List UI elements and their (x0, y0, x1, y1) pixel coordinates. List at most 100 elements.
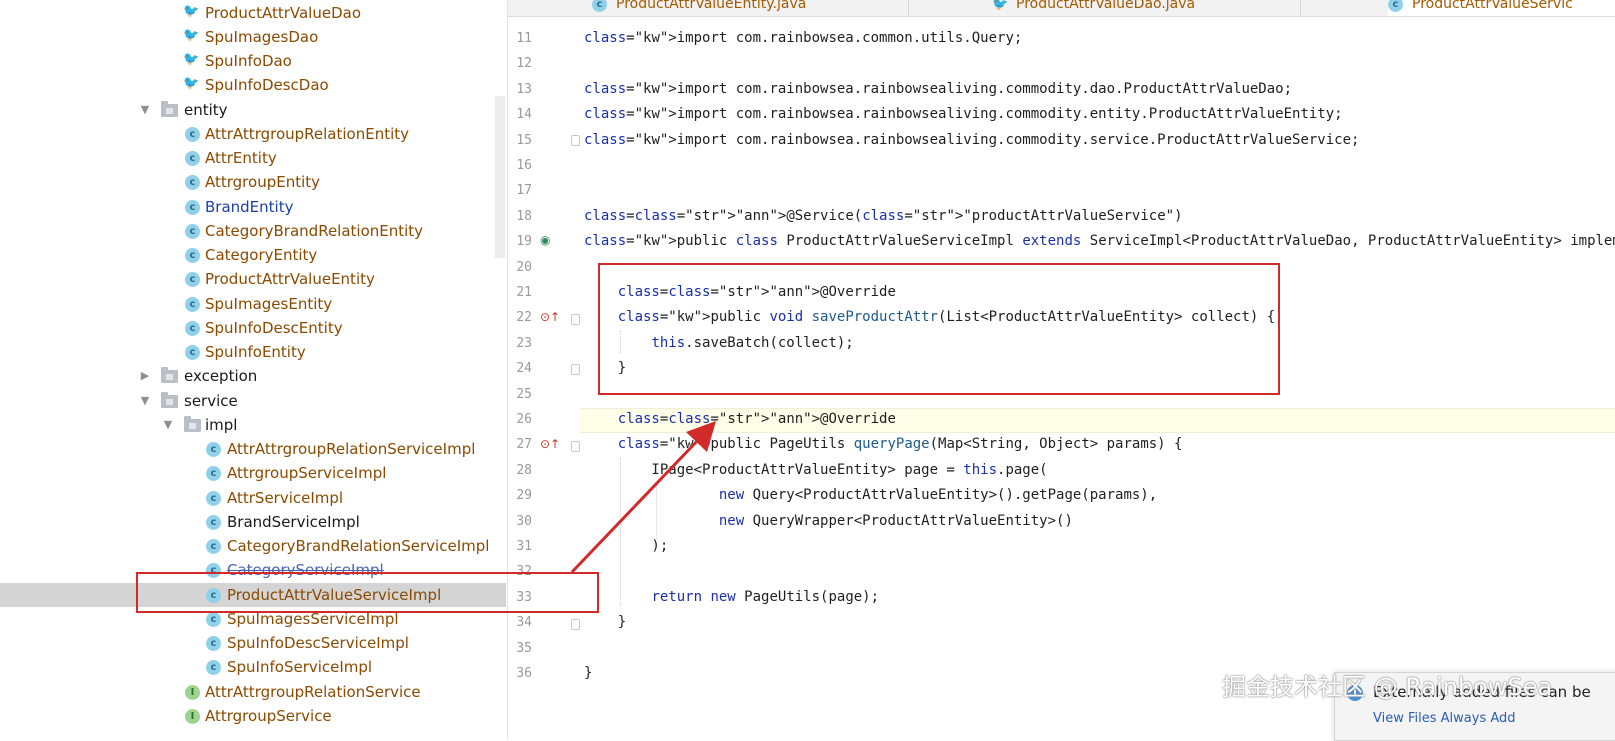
tree-item-categoryserviceimpl[interactable]: c CategoryServiceImpl (0, 558, 506, 582)
class-icon: c (185, 200, 200, 215)
tab-label: ProductAttrValueServic (1412, 0, 1573, 12)
tree-item-label: SpuInfoEntity (205, 343, 306, 361)
tree-item-brandserviceimpl[interactable]: c BrandServiceImpl (0, 510, 506, 534)
tree-item-spuimagesdao[interactable]: 🐦 SpuImagesDao (0, 25, 506, 49)
folder-icon (161, 392, 178, 408)
tree-item-spuinfoentity[interactable]: c SpuInfoEntity (0, 340, 506, 364)
chevron-down-icon[interactable]: ▼ (161, 413, 175, 437)
code-line[interactable]: ); (584, 534, 668, 559)
notification-actions[interactable]: View Files Always Add (1373, 711, 1516, 726)
line-number: 25 (516, 386, 532, 402)
fold-marker[interactable] (571, 441, 580, 452)
tab-productattrvalueserviceimpl[interactable]: c ProductAttrValueServic (1388, 0, 1615, 16)
dao-icon: 🐦 (992, 0, 1009, 12)
code-line[interactable]: } (584, 610, 626, 635)
tree-item-spuinfodescentity[interactable]: c SpuInfoDescEntity (0, 316, 506, 340)
tree-scrollbar[interactable] (495, 96, 505, 258)
fold-marker[interactable] (571, 314, 580, 325)
tree-item-label: ProductAttrValueServiceImpl (227, 586, 442, 604)
tree-item-label: AttrServiceImpl (227, 489, 344, 507)
tree-item-attrserviceimpl[interactable]: c AttrServiceImpl (0, 486, 506, 510)
tree-item-spuimagesentity[interactable]: c SpuImagesEntity (0, 292, 506, 316)
line-number: 36 (516, 666, 532, 681)
tree-item-attrgroupserviceimpl[interactable]: c AttrgroupServiceImpl (0, 461, 506, 485)
code-line[interactable]: new Query<ProductAttrValueEntity>().getP… (584, 483, 1157, 508)
tree-item-categoryentity[interactable]: c CategoryEntity (0, 243, 506, 267)
dao-icon: 🐦 (183, 4, 200, 19)
code-line[interactable]: class=class="str">"ann">@Service(class="… (584, 204, 1183, 229)
dao-icon: 🐦 (183, 76, 200, 91)
code-line[interactable]: class="kw">import com.rainbowsea.common.… (584, 26, 1022, 51)
tree-item-attrgroupservice[interactable]: I AttrgroupService (0, 704, 506, 728)
tree-item-spuinfodao[interactable]: 🐦 SpuInfoDao (0, 49, 506, 73)
chevron-right-icon[interactable]: ▶ (138, 364, 152, 388)
implements-method-icon[interactable]: ⊙↑ (540, 310, 560, 324)
folder-icon (161, 367, 178, 383)
code-line[interactable]: class="kw">import com.rainbowsea.rainbow… (584, 77, 1292, 102)
tree-item-productattrvalueserviceimpl[interactable]: c ProductAttrValueServiceImpl (0, 583, 506, 607)
tree-item-attrattrgrouprelationserviceimpl[interactable]: c AttrAttrgroupRelationServiceImpl (0, 437, 506, 461)
dao-icon: 🐦 (183, 28, 200, 43)
tree-folder-entity[interactable]: ▼ entity (0, 98, 506, 122)
tree-item-brandentity[interactable]: c BrandEntity (0, 195, 506, 219)
tree-item-spuinfodescdao[interactable]: 🐦 SpuInfoDescDao (0, 73, 506, 97)
tree-item-spuinfodescserviceimpl[interactable]: c SpuInfoDescServiceImpl (0, 631, 506, 655)
tree-folder-impl[interactable]: ▼ impl (0, 413, 506, 437)
tree-item-attrattrgrouprelationservice[interactable]: I AttrAttrgroupRelationService (0, 680, 506, 704)
tree-item-label: AttrAttrgroupRelationServiceImpl (227, 440, 476, 458)
tree-item-categorybrandrelationserviceimpl[interactable]: c CategoryBrandRelationServiceImpl (0, 534, 506, 558)
line-number: 17 (516, 183, 532, 199)
tab-productattrvalueentity[interactable]: c ProductAttrValueEntity.java (592, 0, 909, 16)
code-line[interactable]: } (584, 356, 626, 381)
code-editor[interactable]: c ProductAttrValueEntity.java 🐦 ProductA… (507, 0, 1615, 739)
tree-item-attrattrgrouprelationentity[interactable]: c AttrAttrgroupRelationEntity (0, 122, 506, 146)
code-line[interactable]: IPage<ProductAttrValueEntity> page = thi… (584, 458, 1047, 483)
class-icon: c (206, 612, 221, 627)
tree-item-label: SpuImagesServiceImpl (227, 610, 399, 628)
tree-item-attrentity[interactable]: c AttrEntity (0, 146, 506, 170)
tree-item-categorybrandrelationentity[interactable]: c CategoryBrandRelationEntity (0, 219, 506, 243)
class-icon: c (206, 539, 221, 554)
tree-item-spuimagesserviceimpl[interactable]: c SpuImagesServiceImpl (0, 607, 506, 631)
project-tree[interactable]: 🐦 ProductAttrValueDao 🐦 SpuImagesDao 🐦 S… (0, 0, 506, 739)
tree-item-label: CategoryEntity (205, 246, 318, 264)
tree-item-label: entity (184, 101, 228, 119)
tree-item-productattrvaluedao[interactable]: 🐦 ProductAttrValueDao (0, 1, 506, 25)
tree-item-label: SpuInfoDescDao (205, 76, 329, 94)
chevron-down-icon[interactable]: ▼ (138, 389, 152, 413)
tree-item-attrgroupentity[interactable]: c AttrgroupEntity (0, 170, 506, 194)
tree-item-label: CategoryServiceImpl (227, 561, 384, 579)
code-line[interactable]: } (584, 661, 592, 686)
tree-item-productattrvalueentity[interactable]: c ProductAttrValueEntity (0, 267, 506, 291)
tab-productattrvaluedao[interactable]: 🐦 ProductAttrValueDao.java (992, 0, 1301, 16)
fold-marker[interactable] (571, 364, 580, 375)
code-line[interactable]: class=class="str">"ann">@Override (584, 407, 896, 432)
code-line[interactable]: new QueryWrapper<ProductAttrValueEntity>… (584, 509, 1073, 534)
chevron-down-icon[interactable]: ▼ (138, 98, 152, 122)
tree-folder-exception[interactable]: ▶ exception (0, 364, 506, 388)
folder-icon (161, 101, 178, 117)
line-number: 24 (516, 361, 532, 377)
line-number: 21 (516, 285, 532, 300)
code-line[interactable]: return new PageUtils(page); (584, 585, 879, 610)
fold-marker[interactable] (571, 135, 580, 146)
code-line[interactable]: class="kw">public class ProductAttrValue… (584, 229, 1615, 254)
code-line[interactable]: class="kw">import com.rainbowsea.rainbow… (584, 128, 1359, 153)
tree-folder-service[interactable]: ▼ service (0, 389, 506, 413)
code-line[interactable]: class="kw">import com.rainbowsea.rainbow… (584, 102, 1343, 127)
tree-item-label: SpuImagesEntity (205, 295, 333, 313)
class-icon: c (206, 515, 221, 530)
spring-bean-icon[interactable]: ◉ (540, 233, 550, 247)
implements-method-icon[interactable]: ⊙↑ (540, 437, 560, 451)
fold-marker[interactable] (571, 619, 580, 630)
folder-icon (184, 416, 201, 432)
line-number: 11 (516, 31, 532, 46)
code-line[interactable]: this.saveBatch(collect); (584, 331, 853, 356)
code-line[interactable]: class="kw">public void saveProductAttr(L… (584, 305, 1275, 330)
tree-item-label: SpuInfoDescServiceImpl (227, 634, 409, 652)
tree-item-label: AttrgroupServiceImpl (227, 464, 387, 482)
code-line[interactable]: class="kw">public PageUtils queryPage(Ma… (584, 432, 1183, 457)
tree-item-spuinfoserviceimpl[interactable]: c SpuInfoServiceImpl (0, 655, 506, 679)
code-line[interactable]: class=class="str">"ann">@Override (584, 280, 896, 305)
class-icon: c (206, 588, 221, 603)
